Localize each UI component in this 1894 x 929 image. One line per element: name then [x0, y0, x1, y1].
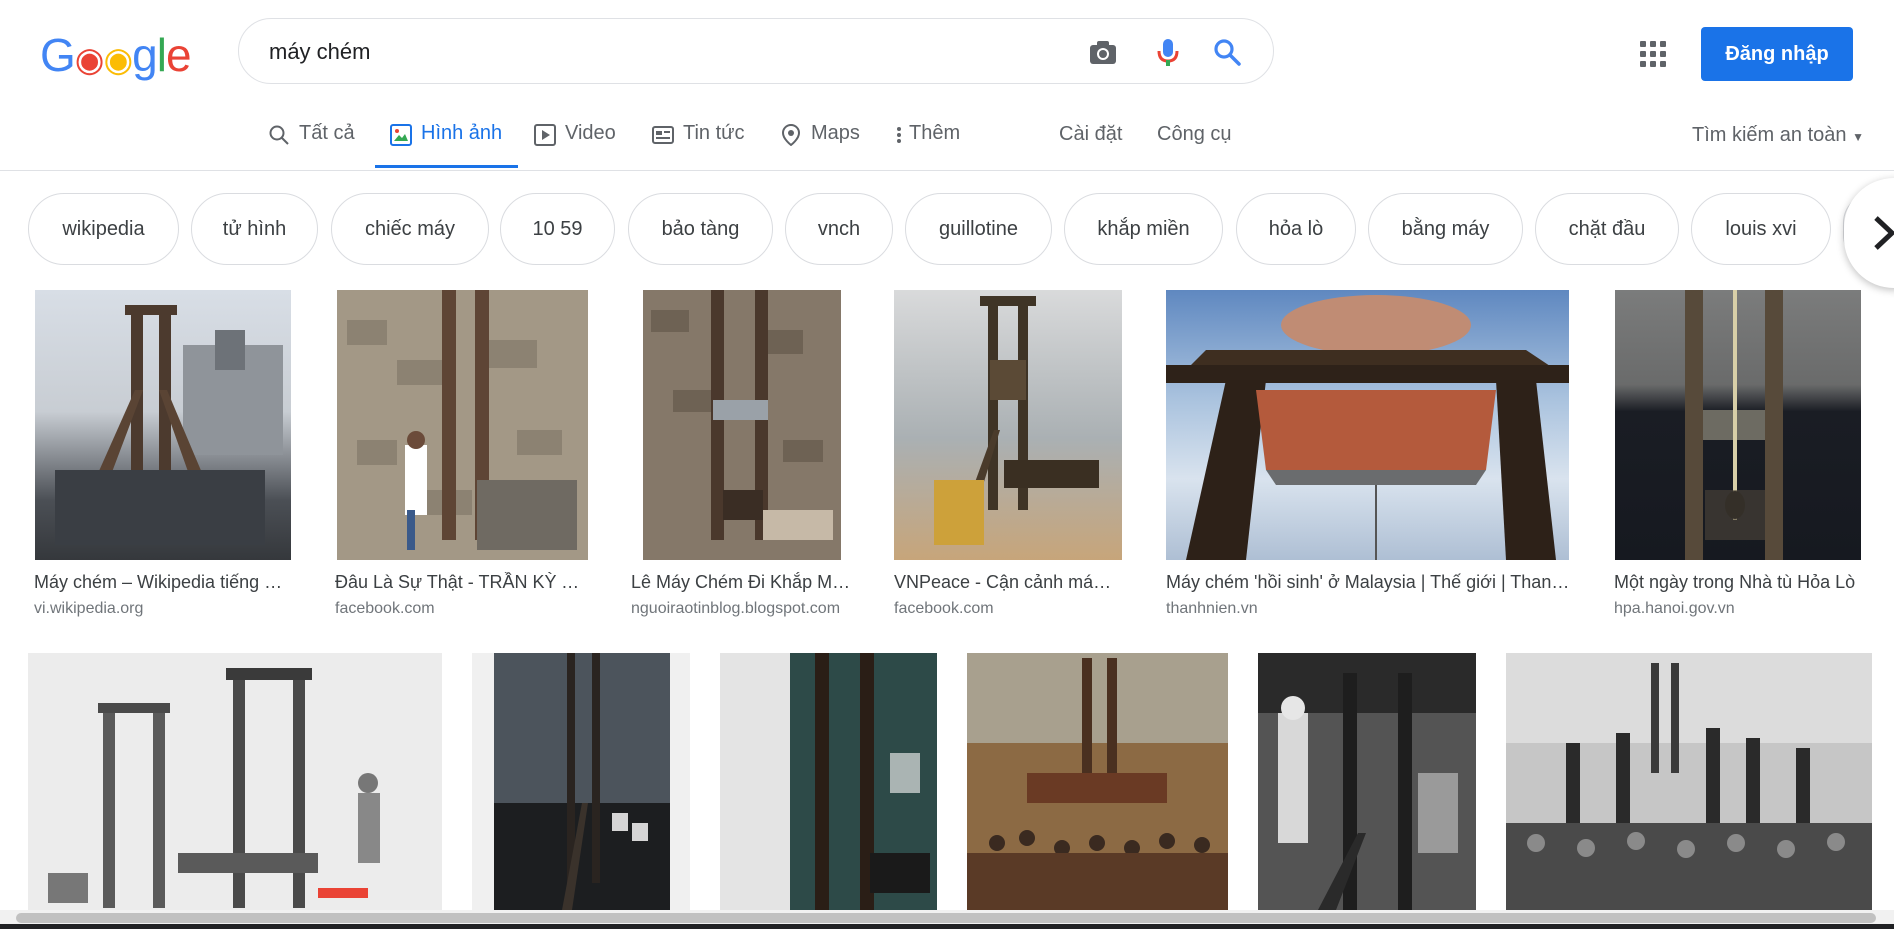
tab-label: Video: [565, 122, 616, 144]
top-header: G◉◉gle máy chém Đăng nhập Tất cả Hình ản…: [0, 0, 1894, 171]
chip[interactable]: guillotine: [905, 193, 1052, 265]
image-result[interactable]: Một ngày trong Nhà tù Hỏa Lò hpa.hanoi.g…: [1608, 290, 1878, 630]
apps-grid-icon[interactable]: [1640, 41, 1666, 67]
result-source[interactable]: thanhnien.vn: [1166, 600, 1571, 618]
guillotine-image: [934, 296, 1099, 545]
guillotine-image: [337, 290, 588, 560]
image-result[interactable]: VNPeace - Cận cảnh máy chém facebook.com: [888, 290, 1133, 630]
tools-link[interactable]: Công cụ: [1157, 123, 1232, 146]
guillotine-image: [494, 653, 670, 910]
related-searches-chips: wikipedia tử hình chiếc máy 10 59 bảo tà…: [0, 193, 1894, 268]
chevron-down-icon: ▼: [1852, 130, 1864, 144]
tab-all[interactable]: Tất cả: [268, 122, 355, 170]
result-title[interactable]: VNPeace - Cận cảnh máy chém: [894, 572, 1119, 593]
tab-label: Hình ảnh: [421, 122, 503, 144]
image-result[interactable]: Máy chém 'hồi sinh' ở Malaysia | Thế giớ…: [1158, 290, 1578, 630]
play-icon: [534, 124, 556, 146]
tab-images[interactable]: Hình ảnh: [374, 122, 519, 170]
search-icon: [269, 125, 289, 145]
chip[interactable]: louis xvi: [1691, 193, 1831, 265]
result-thumbnail[interactable]: [1615, 290, 1861, 560]
image-icon: [390, 124, 412, 146]
image-result-thumbnail[interactable]: [1258, 653, 1476, 910]
result-title[interactable]: Lê Máy Chém Đi Khắp Miền Nam: [631, 572, 851, 593]
search-icon[interactable]: [1211, 36, 1243, 68]
search-input[interactable]: máy chém: [269, 39, 370, 65]
image-result-thumbnail[interactable]: [720, 653, 937, 910]
result-thumbnail[interactable]: [337, 290, 588, 560]
chip[interactable]: hỏa lò: [1236, 193, 1356, 265]
guillotine-image: [1166, 295, 1569, 560]
guillotine-image: [643, 290, 841, 560]
safesearch-label: Tìm kiếm an toàn: [1692, 124, 1847, 146]
search-box[interactable]: máy chém: [238, 18, 1274, 84]
more-vert-icon: [897, 127, 901, 143]
chip[interactable]: khắp miền: [1064, 193, 1223, 265]
sign-in-button[interactable]: Đăng nhập: [1701, 27, 1853, 81]
image-result-thumbnail[interactable]: [1506, 653, 1872, 910]
image-result[interactable]: Lê Máy Chém Đi Khắp Miền Nam nguoiraotin…: [624, 290, 864, 630]
safesearch-dropdown[interactable]: Tìm kiếm an toàn ▼: [1692, 124, 1864, 147]
news-icon: [652, 126, 674, 144]
result-thumbnail[interactable]: [1166, 290, 1569, 560]
image-result-thumbnail[interactable]: [28, 653, 442, 910]
guillotine-painting-image: [967, 653, 1228, 910]
chevron-right-icon: [1874, 216, 1894, 250]
guillotine-image: [720, 653, 937, 910]
microphone-icon[interactable]: [1152, 36, 1184, 68]
tab-maps[interactable]: Maps: [780, 122, 860, 170]
image-result[interactable]: Máy chém – Wikipedia tiếng Việt vi.wikip…: [28, 290, 298, 630]
tab-label: Thêm: [909, 122, 961, 144]
chip[interactable]: tử hình: [191, 193, 318, 265]
google-logo[interactable]: G◉◉gle: [40, 28, 192, 82]
guillotine-image: [55, 305, 283, 545]
result-title[interactable]: Máy chém 'hồi sinh' ở Malaysia | Thế giớ…: [1166, 572, 1571, 593]
result-title[interactable]: Một ngày trong Nhà tù Hỏa Lò: [1614, 572, 1864, 593]
result-title[interactable]: Đâu Là Sự Thật - TRẦN KỲ TRUNG: [335, 572, 580, 593]
settings-link[interactable]: Cài đặt: [1059, 123, 1122, 146]
guillotine-photo-image: [1258, 653, 1476, 910]
tab-more[interactable]: Thêm: [895, 122, 960, 170]
chip[interactable]: wikipedia: [28, 193, 179, 265]
chip[interactable]: chặt đầu: [1535, 193, 1679, 265]
result-source[interactable]: vi.wikipedia.org: [34, 600, 284, 618]
tab-news[interactable]: Tin tức: [652, 122, 745, 170]
scrollbar-thumb[interactable]: [16, 913, 1876, 923]
result-source[interactable]: nguoiraotinblog.blogspot.com: [631, 600, 851, 618]
guillotine-image: [1685, 290, 1783, 560]
tab-label: Maps: [811, 122, 860, 144]
result-source[interactable]: facebook.com: [894, 600, 1119, 618]
result-source[interactable]: facebook.com: [335, 600, 580, 618]
chip[interactable]: 10 59: [500, 193, 615, 265]
result-thumbnail[interactable]: [35, 290, 291, 560]
tab-video[interactable]: Video: [534, 122, 616, 170]
chip[interactable]: bảo tàng: [628, 193, 773, 265]
map-pin-icon: [781, 124, 801, 146]
guillotine-engraving-image: [1506, 653, 1872, 910]
result-source[interactable]: hpa.hanoi.gov.vn: [1614, 600, 1864, 618]
guillotine-engraving-image: [28, 653, 442, 910]
taskbar-edge: [0, 924, 1894, 929]
chip[interactable]: vnch: [785, 193, 893, 265]
tab-label: Tất cả: [299, 122, 355, 144]
image-result-thumbnail[interactable]: [472, 653, 690, 910]
result-thumbnail[interactable]: [643, 290, 841, 560]
image-result-thumbnail[interactable]: [967, 653, 1228, 910]
image-result[interactable]: Đâu Là Sự Thật - TRẦN KỲ TRUNG facebook.…: [330, 290, 600, 630]
result-thumbnail[interactable]: [894, 290, 1122, 560]
tab-label: Tin tức: [683, 122, 745, 144]
chip[interactable]: bằng máy: [1368, 193, 1523, 265]
chip[interactable]: chiếc máy: [331, 193, 489, 265]
camera-icon[interactable]: [1087, 36, 1119, 68]
result-title[interactable]: Máy chém – Wikipedia tiếng Việt: [34, 572, 284, 593]
